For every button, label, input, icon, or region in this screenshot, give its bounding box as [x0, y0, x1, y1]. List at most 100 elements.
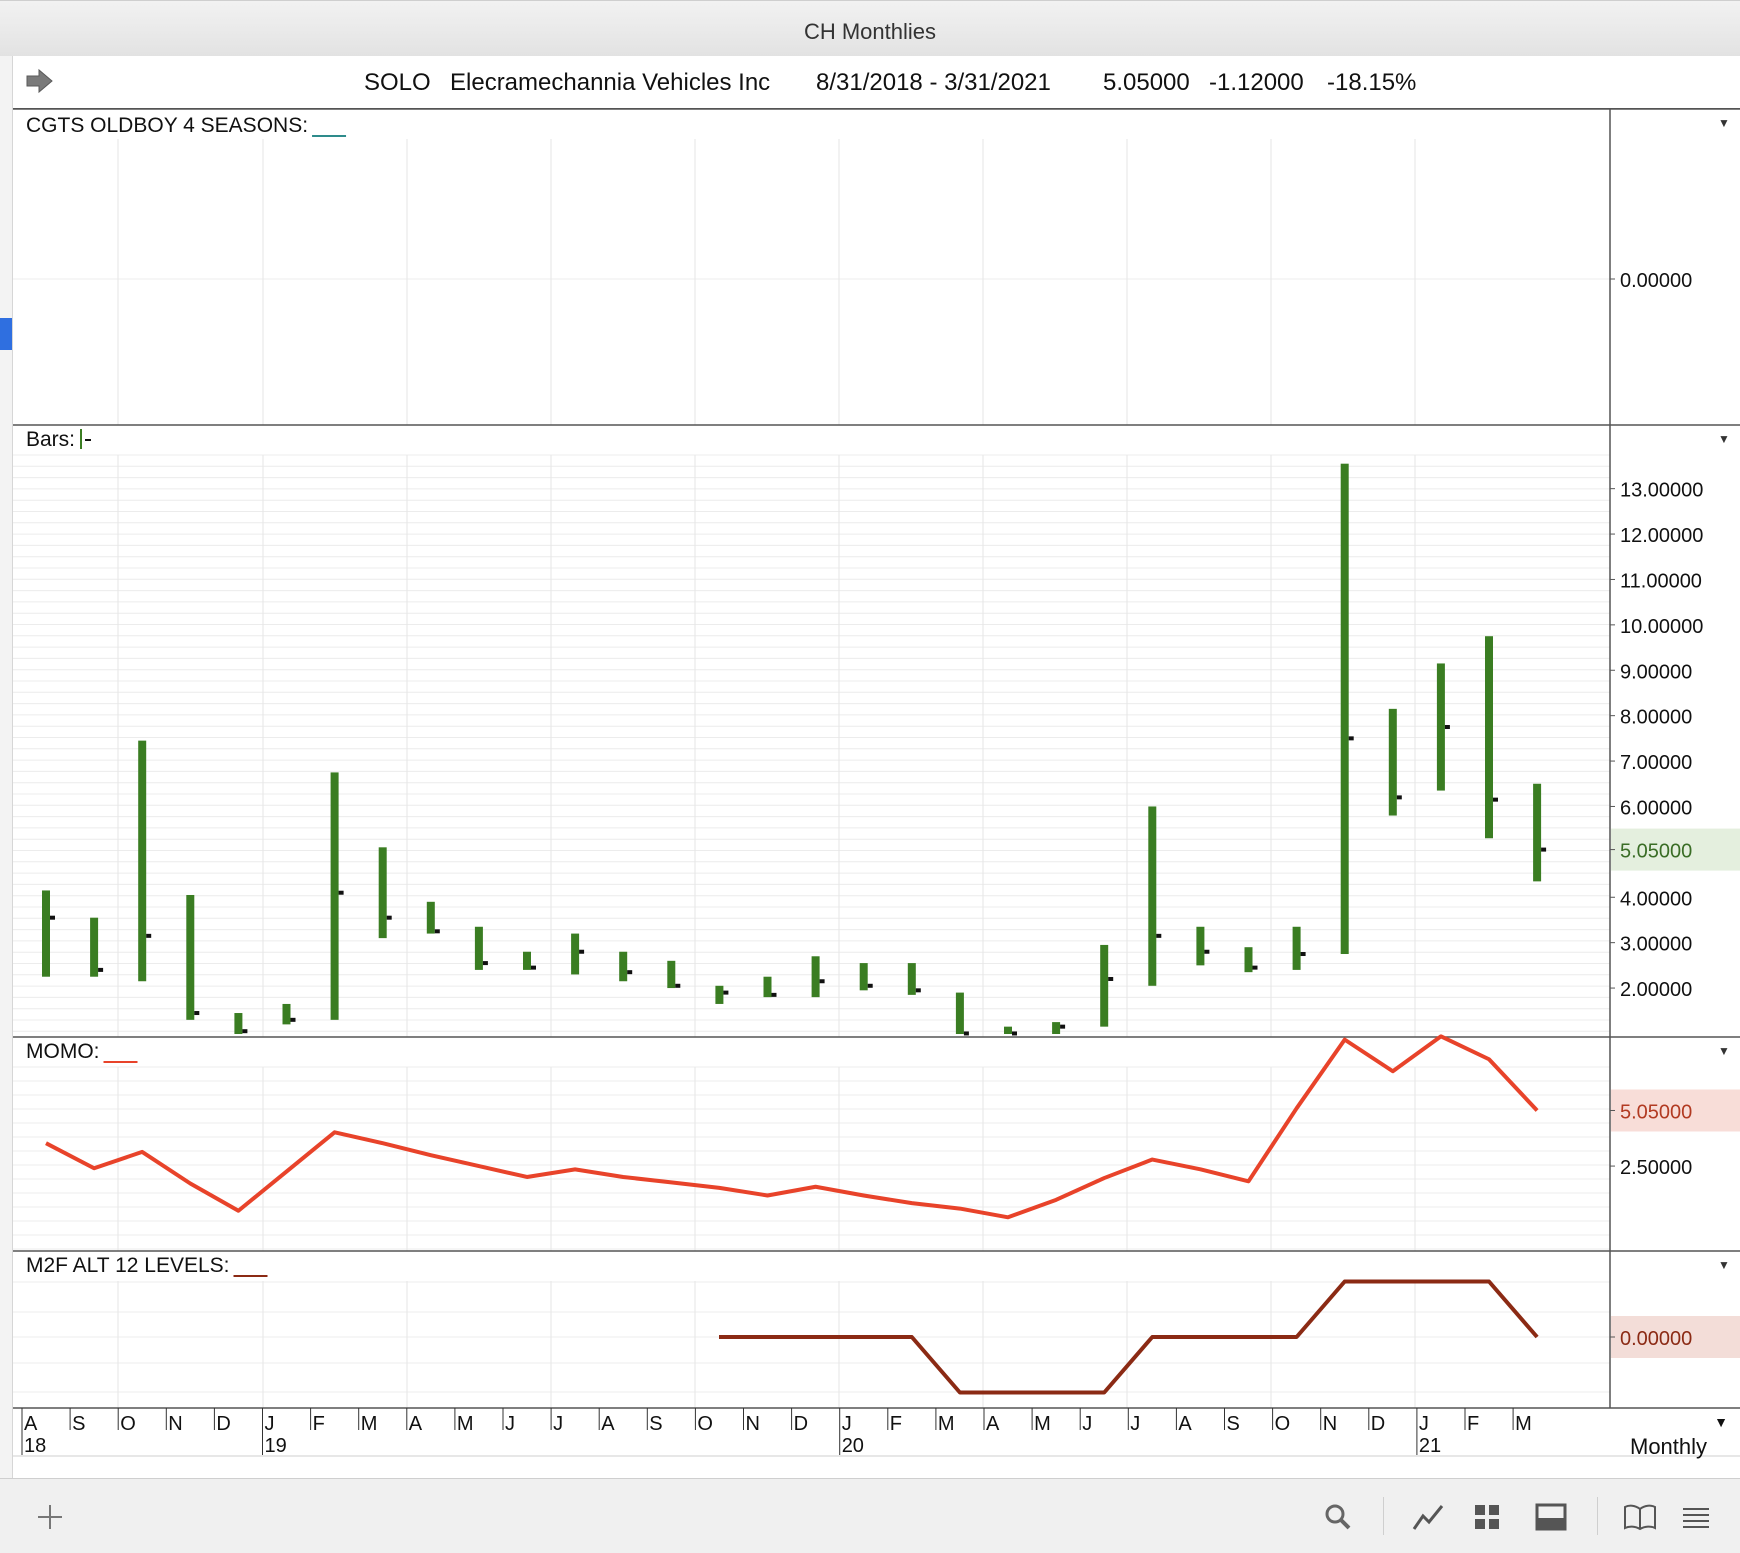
time-axis-month-label: M	[1034, 1413, 1051, 1435]
price-bar	[1148, 806, 1157, 986]
book-icon[interactable]	[1620, 1497, 1660, 1537]
bottom-toolbar	[0, 1478, 1740, 1553]
price-bar	[1100, 944, 1109, 1027]
price-bar	[90, 917, 99, 977]
line-chart-icon[interactable]	[1408, 1497, 1448, 1537]
price-bar	[1292, 926, 1301, 970]
price-axis-label: 10.00000	[1620, 616, 1703, 638]
time-axis-month-label: A	[1178, 1413, 1192, 1435]
close-tick	[338, 890, 344, 895]
close-tick	[434, 929, 440, 934]
close-tick	[1012, 1031, 1017, 1036]
pane-menu-caret-icon: ▼	[1718, 116, 1730, 130]
m2f-axis-label: 0.00000	[1620, 1328, 1692, 1350]
time-axis-month-label: O	[1275, 1413, 1291, 1435]
price-axis-label: 7.00000	[1620, 752, 1692, 774]
close-tick	[194, 1011, 200, 1016]
time-axis-year-label: 18	[24, 1435, 46, 1457]
pane-menu-caret-icon: ▼	[1718, 1044, 1730, 1058]
time-axis-month-label: A	[601, 1413, 615, 1435]
close-tick	[963, 1031, 969, 1036]
price-bar	[1485, 636, 1493, 839]
search-icon[interactable]	[1318, 1497, 1358, 1537]
close-tick	[290, 1017, 296, 1022]
price-axis-label: 0.00000	[1620, 270, 1692, 292]
menu-icon[interactable]	[1676, 1497, 1716, 1537]
price-bar	[571, 933, 580, 975]
timeframe-selector[interactable]: Monthly ▼	[1612, 1414, 1740, 1459]
close-tick	[1060, 1024, 1066, 1029]
close-tick	[1444, 725, 1450, 730]
price-axis-label: 8.00000	[1620, 707, 1692, 729]
time-axis-month-label: M	[938, 1413, 955, 1435]
time-axis-month-label: N	[1323, 1413, 1337, 1435]
price-bar	[763, 976, 772, 998]
price-axis-label: 13.00000	[1620, 480, 1703, 502]
time-axis-month-label: S	[1227, 1413, 1240, 1435]
price-bar	[234, 1013, 243, 1034]
time-axis-year-label: 21	[1419, 1435, 1441, 1457]
price-axis-label: 2.00000	[1620, 979, 1692, 1001]
time-axis-month-label: N	[746, 1413, 760, 1435]
time-axis-month-label: O	[120, 1413, 136, 1435]
pane-label: CGTS OLDBOY 4 SEASONS:	[26, 114, 308, 137]
time-axis-month-label: D	[216, 1413, 230, 1435]
timeframe-label: Monthly	[1630, 1434, 1708, 1459]
close-tick	[1493, 797, 1498, 802]
toolbar-divider	[1383, 1497, 1384, 1535]
time-axis-month-label: J	[265, 1413, 275, 1435]
time-axis-month-label: S	[649, 1413, 662, 1435]
price-bar	[1004, 1026, 1012, 1034]
add-icon[interactable]	[30, 1497, 70, 1537]
price-bar	[186, 894, 195, 1020]
close-tick	[1108, 976, 1114, 981]
price-bar	[330, 772, 339, 1020]
close-tick	[1396, 795, 1402, 800]
time-axis-year-label: 20	[842, 1435, 864, 1457]
time-axis-month-label: J	[842, 1413, 852, 1435]
close-tick	[819, 979, 825, 984]
time-axis-month-label: A	[24, 1413, 38, 1435]
toolbar-divider	[1597, 1497, 1598, 1535]
price-bar	[1052, 1022, 1061, 1034]
price-bar	[282, 1003, 291, 1025]
close-tick	[771, 992, 777, 997]
price-bar	[715, 985, 724, 1004]
momo-axis-label: 2.50000	[1620, 1157, 1692, 1179]
price-bar	[619, 951, 628, 982]
time-axis-month-label: J	[505, 1413, 515, 1435]
grid-icon[interactable]	[1467, 1497, 1507, 1537]
price-axis-label: 6.00000	[1620, 797, 1692, 819]
price-bar	[1244, 947, 1253, 973]
price-bar	[859, 963, 868, 991]
momo-axis-label: 5.05000	[1620, 1101, 1692, 1123]
price-axis-label: 3.00000	[1620, 934, 1692, 956]
pane-background	[13, 425, 1610, 1037]
time-axis-month-label: F	[1467, 1413, 1479, 1435]
close-tick	[627, 970, 633, 975]
close-tick	[867, 983, 873, 988]
price-axis-label: 12.00000	[1620, 525, 1703, 547]
time-axis-month-label: M	[1515, 1413, 1532, 1435]
price-axis-label: 9.00000	[1620, 661, 1692, 683]
time-axis-month-label: O	[697, 1413, 713, 1435]
pane-background	[13, 109, 1610, 425]
pane-label: Bars:	[26, 428, 75, 451]
pane-label: MOMO:	[26, 1040, 100, 1063]
price-bar	[667, 960, 676, 989]
time-axis-month-label: J	[553, 1413, 563, 1435]
chart-area[interactable]: ▼ CGTS OLDBOY 4 SEASONS: ▼ Bars: ▼ MOMO: ▼ M2F …	[0, 0, 1740, 1478]
time-axis-month-label: J	[1130, 1413, 1140, 1435]
close-tick	[579, 949, 585, 954]
price-bar	[523, 951, 531, 970]
time-axis-month-label: A	[986, 1413, 1000, 1435]
close-tick	[723, 990, 729, 995]
close-tick	[98, 967, 104, 972]
pane-background	[13, 1251, 1610, 1408]
price-bar	[1340, 463, 1349, 955]
close-tick	[675, 983, 681, 988]
time-axis-year-label: 19	[265, 1435, 287, 1457]
panel-icon[interactable]	[1531, 1497, 1571, 1537]
close-tick	[1252, 965, 1258, 970]
close-tick	[915, 988, 921, 993]
